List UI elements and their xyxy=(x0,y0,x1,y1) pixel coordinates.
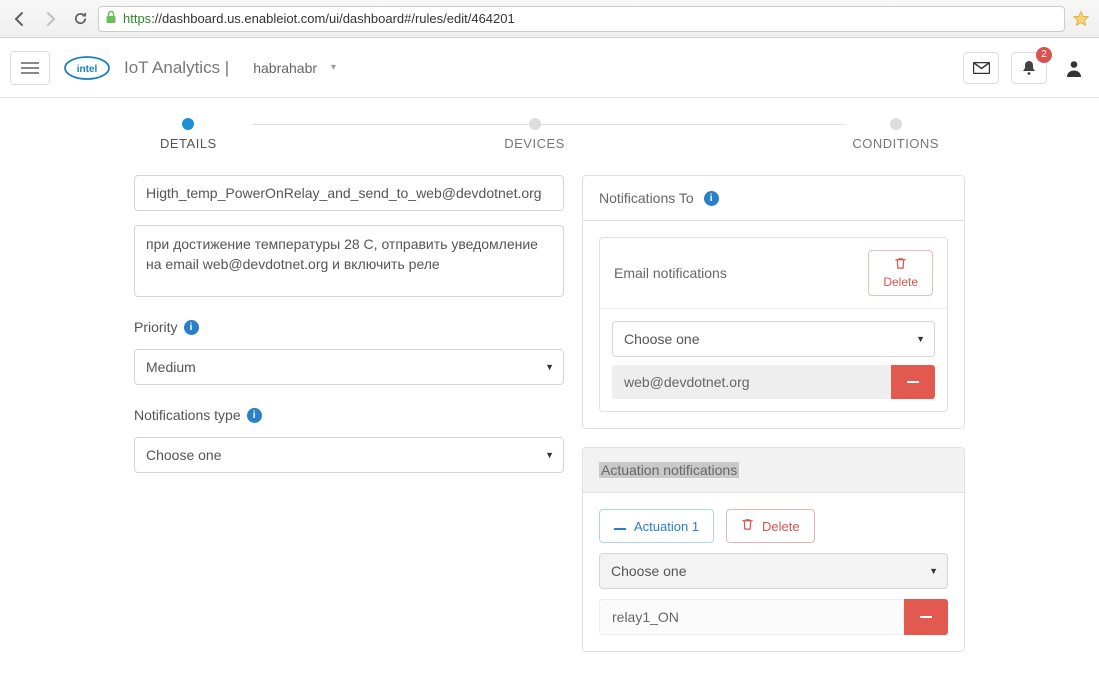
notification-badge: 2 xyxy=(1036,47,1052,63)
account-dropdown[interactable]: habrahabr ▾ xyxy=(253,60,336,76)
email-delete-button[interactable]: Delete xyxy=(868,250,933,296)
email-choose-select[interactable]: Choose one xyxy=(612,321,935,357)
actuation-title: Actuation notifications xyxy=(599,462,739,478)
remove-email-button[interactable] xyxy=(891,365,935,399)
details-column: при достижение температуры 28 C, отправи… xyxy=(134,175,564,670)
priority-select[interactable]: Medium xyxy=(134,349,564,385)
info-icon[interactable]: i xyxy=(184,320,199,335)
delete-label: Delete xyxy=(762,519,800,534)
minus-icon xyxy=(614,519,626,534)
trash-icon xyxy=(894,257,907,273)
rule-name-input[interactable] xyxy=(134,175,564,211)
chevron-down-icon: ▾ xyxy=(331,62,336,73)
reload-button[interactable] xyxy=(68,7,92,31)
step-dot-icon xyxy=(182,118,194,130)
address-bar[interactable]: https://dashboard.us.enableiot.com/ui/da… xyxy=(98,6,1065,32)
step-conditions[interactable]: CONDITIONS xyxy=(852,118,939,151)
wizard-stepper: DETAILS DEVICES CONDITIONS xyxy=(160,118,939,151)
notifications-column: Notifications To i Email notifications D… xyxy=(582,175,965,670)
step-dot-icon xyxy=(890,118,902,130)
actuation-btn-label: Actuation 1 xyxy=(634,519,699,534)
actuation-target-value: relay1_ON xyxy=(599,599,904,635)
notifications-type-select[interactable]: Choose one xyxy=(134,437,564,473)
info-icon[interactable]: i xyxy=(247,408,262,423)
email-notifications-card: Email notifications Delete Choose one xyxy=(599,237,948,412)
brand-title: IoT Analytics | xyxy=(124,58,229,78)
rule-description-input[interactable]: при достижение температуры 28 C, отправи… xyxy=(134,225,564,297)
actuation-heading: Actuation notifications xyxy=(583,448,964,493)
back-button[interactable] xyxy=(8,7,32,31)
mail-button[interactable] xyxy=(963,52,999,84)
actuation-choose-select[interactable]: Choose one xyxy=(599,553,948,589)
step-details[interactable]: DETAILS xyxy=(160,118,217,151)
panel-title: Notifications To xyxy=(599,190,694,206)
svg-text:intel: intel xyxy=(77,64,98,75)
actuation-toggle-button[interactable]: Actuation 1 xyxy=(599,509,714,543)
lock-icon xyxy=(105,10,117,27)
intel-logo: intel xyxy=(62,53,112,83)
priority-label: Priority xyxy=(134,319,178,335)
info-icon[interactable]: i xyxy=(704,191,719,206)
notifications-type-label-row: Notifications type i xyxy=(134,407,564,423)
menu-toggle-button[interactable] xyxy=(10,51,50,85)
actuation-button-row: Actuation 1 Delete xyxy=(599,509,948,543)
notifications-button[interactable]: 2 xyxy=(1011,52,1047,84)
delete-label: Delete xyxy=(883,275,918,289)
user-menu-button[interactable] xyxy=(1059,58,1089,78)
bookmark-star-icon[interactable] xyxy=(1071,9,1091,29)
actuation-target-chip: relay1_ON xyxy=(599,599,948,635)
app-header: intel IoT Analytics | habrahabr ▾ 2 xyxy=(0,38,1099,98)
account-name: habrahabr xyxy=(253,60,317,76)
forward-button[interactable] xyxy=(38,7,62,31)
email-recipient-chip: web@devdotnet.org xyxy=(612,365,935,399)
step-devices[interactable]: DEVICES xyxy=(504,118,565,151)
email-notifications-title: Email notifications xyxy=(614,265,727,281)
priority-label-row: Priority i xyxy=(134,319,564,335)
notifications-to-panel: Notifications To i Email notifications D… xyxy=(582,175,965,429)
notifications-type-label: Notifications type xyxy=(134,407,241,423)
email-recipient-value: web@devdotnet.org xyxy=(612,365,891,399)
remove-actuation-button[interactable] xyxy=(904,599,948,635)
step-dot-icon xyxy=(529,118,541,130)
actuation-delete-button[interactable]: Delete xyxy=(726,509,815,543)
step-label: DEVICES xyxy=(504,136,565,151)
url-text: https://dashboard.us.enableiot.com/ui/da… xyxy=(123,11,515,26)
actuation-notifications-panel: Actuation notifications Actuation 1 De xyxy=(582,447,965,652)
trash-icon xyxy=(741,518,754,534)
notifications-to-heading: Notifications To i xyxy=(583,176,964,221)
step-label: CONDITIONS xyxy=(852,136,939,151)
browser-toolbar: https://dashboard.us.enableiot.com/ui/da… xyxy=(0,0,1099,38)
step-label: DETAILS xyxy=(160,136,217,151)
main-content: при достижение температуры 28 C, отправи… xyxy=(0,175,1099,690)
